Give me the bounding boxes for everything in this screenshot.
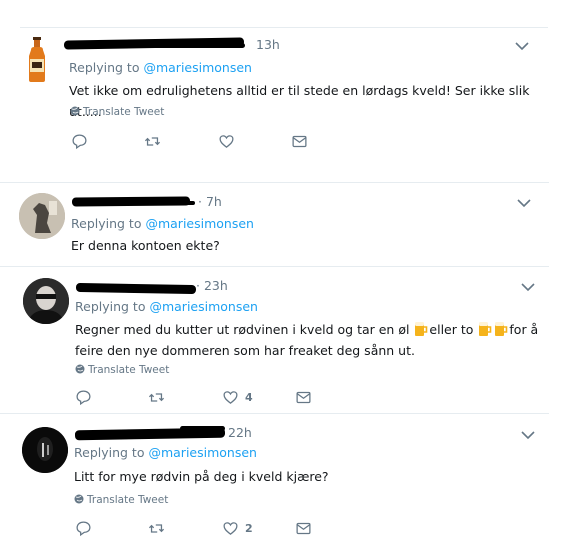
replying-to: Replying to @mariesimonsen	[69, 60, 252, 75]
heart-icon	[219, 134, 234, 148]
reply-button[interactable]	[75, 387, 92, 407]
reply-icon	[76, 520, 91, 536]
chevron-down-icon[interactable]	[515, 41, 529, 51]
tweet-4[interactable]: 22h Replying to @mariesimonsen Litt for …	[0, 414, 567, 550]
like-count: 2	[245, 521, 253, 535]
tweet-actions: 4	[75, 387, 375, 407]
replying-handle-link[interactable]: @mariesimonsen	[143, 60, 252, 75]
tweet-1[interactable]: 13h Replying to @mariesimonsen Vet ikke …	[0, 28, 567, 178]
tweet-time[interactable]: 13h	[256, 37, 280, 52]
redacted-handle	[140, 201, 195, 205]
beer-mug-icon	[479, 322, 492, 336]
tweet-3[interactable]: · 23h Replying to @mariesimonsen Regner m…	[0, 267, 567, 413]
heart-icon	[223, 521, 238, 535]
replying-prefix: Replying to	[69, 60, 140, 75]
replying-prefix: Replying to	[75, 299, 146, 314]
tweet-text-part: for å	[509, 322, 539, 337]
tweet-text: Er denna kontoen ekte?	[71, 238, 220, 253]
translate-label: Translate Tweet	[87, 494, 169, 506]
replying-handle-link[interactable]: @mariesimonsen	[148, 445, 257, 460]
retweet-button[interactable]	[148, 518, 165, 538]
avatar[interactable]	[22, 427, 68, 473]
avatar[interactable]	[22, 36, 52, 84]
envelope-icon	[296, 391, 311, 403]
heart-icon	[223, 390, 238, 404]
tweet-actions	[71, 131, 371, 151]
retweet-icon	[148, 523, 165, 533]
dot-separator: ·	[196, 278, 200, 293]
translate-tweet[interactable]: Translate Tweet	[70, 106, 164, 118]
translate-label: Translate Tweet	[83, 106, 165, 118]
avatar[interactable]	[23, 278, 69, 324]
dm-button[interactable]	[291, 131, 308, 151]
tweet-header: · 23h	[196, 278, 228, 296]
dot-separator: ·	[198, 194, 202, 209]
bottle-avatar-icon	[29, 37, 45, 82]
tweet-text-part: Regner med du kutter ut rødvinen i kveld…	[75, 322, 414, 337]
translate-tweet[interactable]: Translate Tweet	[74, 494, 168, 506]
envelope-icon	[296, 522, 311, 534]
replying-to: Replying to @mariesimonsen	[71, 216, 254, 231]
retweet-button[interactable]	[148, 387, 165, 407]
like-button[interactable]: 4	[222, 387, 253, 407]
replying-handle-link[interactable]: @mariesimonsen	[145, 216, 254, 231]
tweet-time[interactable]: 23h	[204, 278, 228, 293]
tweet-text-part: feire den nye dommeren som har freaket d…	[75, 343, 415, 358]
dark-avatar-icon	[22, 427, 68, 473]
tweet-header: 22h	[224, 425, 252, 443]
like-count: 4	[245, 390, 253, 404]
tweet-text: Regner med du kutter ut rødvinen i kveld…	[75, 319, 545, 361]
tweet-text-part: eller to	[429, 322, 478, 337]
retweet-icon	[144, 136, 161, 146]
globe-icon	[70, 106, 80, 116]
person-avatar-icon	[23, 278, 69, 324]
chevron-down-icon[interactable]	[521, 430, 535, 440]
avatar[interactable]	[19, 193, 65, 239]
tweet-time[interactable]: 22h	[228, 425, 252, 440]
beer-mug-icon	[415, 322, 428, 336]
envelope-icon	[292, 135, 307, 147]
chevron-down-icon[interactable]	[517, 198, 531, 208]
dm-button[interactable]	[295, 387, 312, 407]
beer-mug-icon	[495, 322, 508, 336]
replying-prefix: Replying to	[74, 445, 145, 460]
replying-to: Replying to @mariesimonsen	[75, 299, 258, 314]
redacted-handle	[150, 43, 245, 48]
redacted-name	[75, 282, 197, 295]
globe-icon	[75, 364, 85, 374]
dm-button[interactable]	[295, 518, 312, 538]
reply-button[interactable]	[71, 131, 88, 151]
replying-to: Replying to @mariesimonsen	[74, 445, 257, 460]
reply-icon	[72, 133, 87, 149]
replying-prefix: Replying to	[71, 216, 142, 231]
chevron-down-icon[interactable]	[521, 282, 535, 292]
translate-label: Translate Tweet	[88, 364, 170, 376]
tweet-header: · 7h	[198, 194, 222, 212]
globe-icon	[74, 494, 84, 504]
retweet-button[interactable]	[144, 131, 161, 151]
redacted-handle	[180, 426, 225, 431]
reply-button[interactable]	[75, 518, 92, 538]
tweet-time[interactable]: 7h	[206, 194, 222, 209]
tweet-text: Litt for mye rødvin på deg i kveld kjære…	[74, 469, 329, 484]
like-button[interactable]	[218, 131, 235, 151]
statue-avatar-icon	[19, 193, 65, 239]
replying-handle-link[interactable]: @mariesimonsen	[149, 299, 258, 314]
like-button[interactable]: 2	[222, 518, 253, 538]
tweet-actions: 2	[75, 518, 375, 538]
tweet-2[interactable]: · 7h Replying to @mariesimonsen Er denna …	[0, 183, 567, 266]
reply-icon	[76, 389, 91, 405]
retweet-icon	[148, 392, 165, 402]
translate-tweet[interactable]: Translate Tweet	[75, 364, 169, 376]
